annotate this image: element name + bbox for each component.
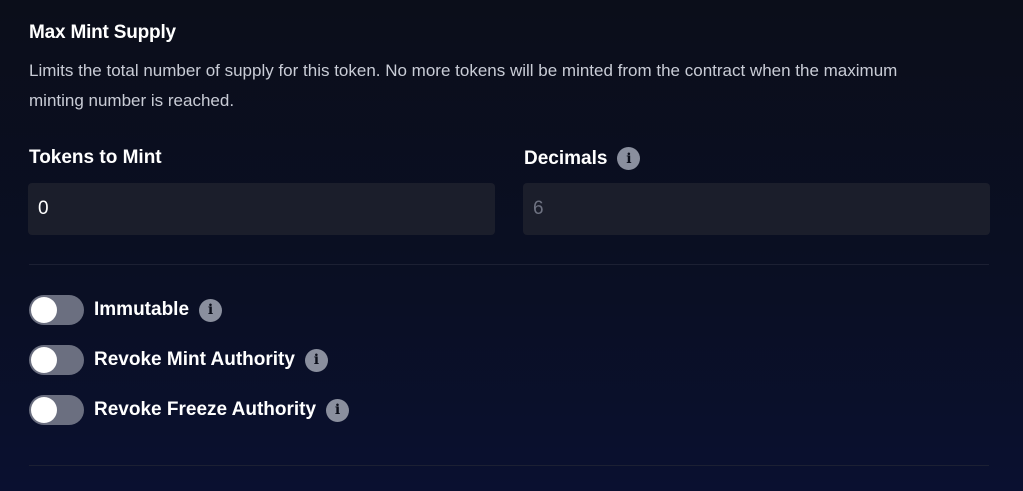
revoke-freeze-authority-toggle-row: Revoke Freeze Authority i	[29, 395, 350, 425]
info-icon[interactable]: i	[617, 147, 641, 170]
info-icon[interactable]: i	[199, 298, 223, 322]
max-mint-supply-description: Limits the total number of supply for th…	[29, 61, 898, 110]
tokens-to-mint-input[interactable]	[28, 183, 495, 235]
revoke-mint-authority-toggle-row: Revoke Mint Authority i	[29, 345, 328, 375]
immutable-toggle-row: Immutable i	[29, 295, 223, 325]
immutable-toggle[interactable]	[29, 295, 84, 325]
decimals-label: Decimals i	[524, 147, 641, 170]
revoke-mint-authority-label: Revoke Mint Authority	[94, 349, 295, 370]
revoke-mint-authority-toggle[interactable]	[29, 345, 84, 375]
decimals-input[interactable]	[523, 183, 990, 235]
toggle-knob	[31, 297, 57, 323]
toggle-knob	[31, 397, 57, 423]
info-icon[interactable]: i	[326, 398, 350, 422]
tokens-to-mint-label-text: Tokens to Mint	[29, 147, 162, 168]
toggle-knob	[31, 347, 57, 373]
immutable-label: Immutable	[94, 299, 190, 320]
tokens-to-mint-label: Tokens to Mint	[29, 147, 162, 169]
decimals-label-text: Decimals	[524, 147, 608, 169]
divider	[29, 465, 989, 466]
divider	[29, 264, 989, 265]
info-icon[interactable]: i	[304, 348, 328, 372]
revoke-freeze-authority-toggle[interactable]	[29, 395, 84, 425]
revoke-freeze-authority-label: Revoke Freeze Authority	[94, 399, 317, 420]
max-mint-supply-title: Max Mint Supply	[29, 22, 176, 43]
